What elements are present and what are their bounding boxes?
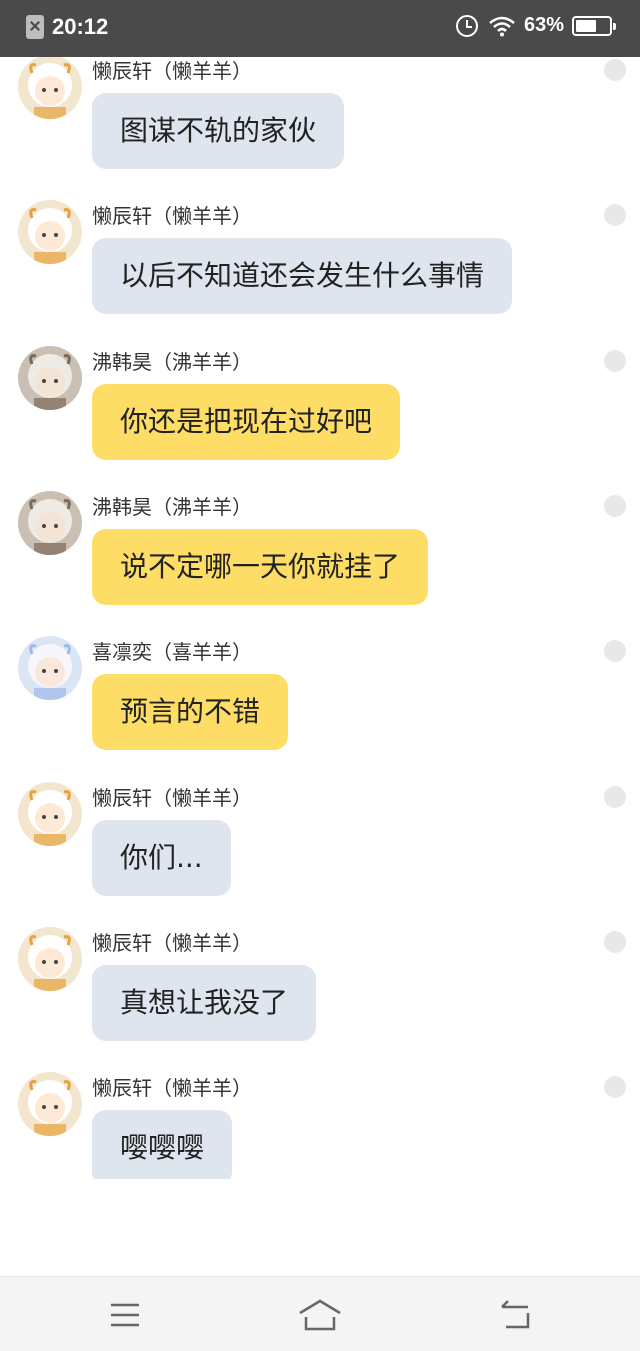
- message-bubble[interactable]: 真想让我没了: [92, 965, 317, 1041]
- sender-name: 沸韩昊（沸羊羊）: [92, 350, 252, 374]
- sender-name: 沸韩昊（沸羊羊）: [92, 495, 252, 519]
- sender-name: 懒辰轩（懒羊羊）: [92, 204, 252, 228]
- status-time: 20:12: [52, 14, 109, 39]
- message-select-indicator[interactable]: [604, 59, 626, 81]
- sender-name: 懒辰轩（懒羊羊）: [92, 59, 252, 83]
- battery-icon: [572, 15, 616, 36]
- sim-error-icon: [26, 15, 44, 39]
- message-bubble[interactable]: 你们...: [92, 820, 231, 896]
- message-select-indicator[interactable]: [604, 204, 626, 226]
- sender-name: 懒辰轩（懒羊羊）: [92, 1076, 252, 1100]
- back-icon[interactable]: [496, 1295, 536, 1335]
- avatar-happy-sheep[interactable]: [18, 636, 82, 700]
- status-left: 20:12: [26, 14, 108, 40]
- home-icon[interactable]: [298, 1295, 342, 1335]
- message-bubble[interactable]: 图谋不轨的家伙: [92, 93, 345, 169]
- chat-message: 喜凛奕（喜羊羊） 预言的不错: [0, 636, 640, 776]
- message-select-indicator[interactable]: [604, 350, 626, 372]
- chat-message: 懒辰轩（懒羊羊） 真想让我没了: [0, 927, 640, 1067]
- avatar-lazy-sheep[interactable]: [18, 1072, 82, 1136]
- status-right: 63%: [455, 14, 616, 37]
- avatar-lazy-sheep[interactable]: [18, 200, 82, 264]
- alarm-icon: [455, 14, 478, 37]
- sender-name: 喜凛奕（喜羊羊）: [92, 640, 252, 664]
- status-bar: 20:12 63%: [0, 0, 640, 57]
- wifi-icon: [489, 16, 515, 36]
- chat-message: 懒辰轩（懒羊羊） 以后不知道还会发生什么事情: [0, 200, 640, 340]
- menu-icon[interactable]: [105, 1295, 145, 1335]
- chat-message: 沸韩昊（沸羊羊） 说不定哪一天你就挂了: [0, 491, 640, 631]
- chat-message: 懒辰轩（懒羊羊） 图谋不轨的家伙: [0, 57, 640, 195]
- sender-name: 懒辰轩（懒羊羊）: [92, 931, 252, 955]
- message-bubble[interactable]: 以后不知道还会发生什么事情: [92, 238, 513, 314]
- battery-percent: 63%: [523, 14, 564, 36]
- message-bubble[interactable]: 嘤嘤嘤: [92, 1110, 233, 1179]
- message-bubble[interactable]: 预言的不错: [92, 674, 289, 750]
- message-select-indicator[interactable]: [604, 786, 626, 808]
- chat-message-list[interactable]: 懒辰轩（懒羊羊） 图谋不轨的家伙 懒辰轩（懒羊羊） 以后不知道还会发生什么事情 沸韩昊（…: [0, 57, 640, 1179]
- message-bubble[interactable]: 你还是把现在过好吧: [92, 384, 401, 460]
- sender-name: 懒辰轩（懒羊羊）: [92, 786, 252, 810]
- battery-fill: [576, 19, 596, 32]
- avatar-fei-sheep[interactable]: [18, 346, 82, 410]
- message-select-indicator[interactable]: [604, 640, 626, 662]
- message-select-indicator[interactable]: [604, 931, 626, 953]
- chat-message: 懒辰轩（懒羊羊） 嘤嘤嘤: [0, 1072, 640, 1179]
- avatar-lazy-sheep[interactable]: [18, 57, 82, 119]
- nav-bar: [0, 1276, 640, 1351]
- avatar-lazy-sheep[interactable]: [18, 782, 82, 846]
- avatar-fei-sheep[interactable]: [18, 491, 82, 555]
- message-select-indicator[interactable]: [604, 495, 626, 517]
- chat-message: 沸韩昊（沸羊羊） 你还是把现在过好吧: [0, 346, 640, 486]
- message-select-indicator[interactable]: [604, 1076, 626, 1098]
- chat-message: 懒辰轩（懒羊羊） 你们...: [0, 782, 640, 922]
- avatar-lazy-sheep[interactable]: [18, 927, 82, 991]
- message-bubble[interactable]: 说不定哪一天你就挂了: [92, 529, 429, 605]
